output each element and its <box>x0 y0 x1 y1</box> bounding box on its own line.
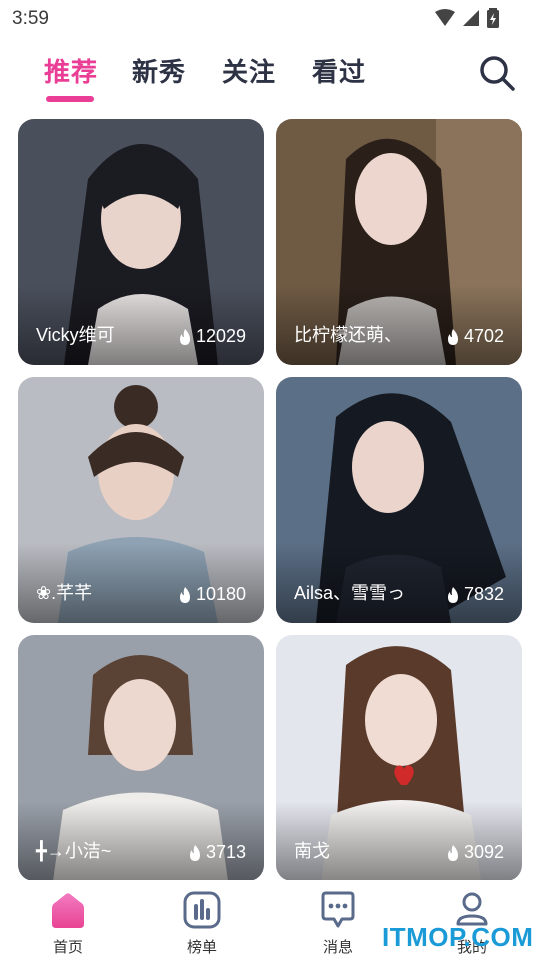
flame-icon <box>447 328 458 345</box>
streamer-name: Vicky维可 <box>36 325 115 345</box>
heat-value: 10180 <box>195 584 246 604</box>
home-icon <box>52 893 84 928</box>
tab-history[interactable]: 看过 <box>312 52 366 89</box>
heat-value: 4702 <box>463 326 504 346</box>
streamer-card[interactable]: ╋→小洁~ 3713 <box>18 635 264 881</box>
wifi-icon <box>435 9 455 26</box>
tab-recommend[interactable]: 推荐 <box>44 52 98 89</box>
heat-value: 3713 <box>205 842 246 862</box>
search-icon <box>480 56 515 91</box>
streamer-name: 比柠檬还萌、 <box>294 325 402 345</box>
streamer-card[interactable]: Vicky维可 12029 <box>18 119 264 365</box>
status-time: 3:59 <box>12 8 49 29</box>
flame-icon <box>179 328 190 345</box>
heat-value: 7832 <box>463 584 504 604</box>
streamer-card[interactable]: 比柠檬还萌、 4702 <box>276 119 522 365</box>
active-tab-indicator <box>46 96 94 102</box>
streamer-name: Ailsa、雪雪っ <box>294 583 406 603</box>
nav-messages[interactable]: 消息 <box>298 890 378 957</box>
flame-icon <box>189 844 200 861</box>
nav-home[interactable]: 首页 <box>28 890 108 957</box>
tab-new-stars[interactable]: 新秀 <box>132 52 186 89</box>
nav-label: 首页 <box>52 939 83 956</box>
streamer-card[interactable]: ❀.芊芊 10180 <box>18 377 264 623</box>
heat-value: 3092 <box>463 842 504 862</box>
heat-count: 7832 <box>446 584 504 605</box>
heat-count: 4702 <box>446 326 504 347</box>
search-button[interactable] <box>478 54 516 92</box>
message-icon <box>321 891 355 928</box>
streamer-card[interactable]: 南戈 3092 <box>276 635 522 881</box>
streamer-card[interactable]: Ailsa、雪雪っ 7832 <box>276 377 522 623</box>
flame-icon <box>447 586 458 603</box>
top-tabs: 推荐 新秀 关注 看过 <box>0 44 540 104</box>
flame-icon <box>447 844 458 861</box>
status-bar: 3:59 <box>0 0 540 36</box>
tab-following[interactable]: 关注 <box>222 52 276 89</box>
signal-icon <box>463 10 479 26</box>
heat-count: 12029 <box>178 326 246 347</box>
heat-count: 3713 <box>188 842 246 863</box>
streamer-name: 南戈 <box>294 841 330 861</box>
ranking-icon <box>183 891 221 929</box>
heat-count: 3092 <box>446 842 504 863</box>
streamer-name: ╋→小洁~ <box>36 841 112 861</box>
nav-ranking[interactable]: 榜单 <box>162 890 242 957</box>
heat-count: 10180 <box>178 584 246 605</box>
watermark: ITMOP.COM <box>382 922 534 952</box>
nav-label: 榜单 <box>186 939 217 956</box>
nav-label: 消息 <box>322 939 353 956</box>
battery-icon <box>487 8 499 28</box>
heat-value: 12029 <box>195 326 246 346</box>
flame-icon <box>179 586 190 603</box>
status-icons <box>434 8 500 28</box>
streamer-name: ❀.芊芊 <box>36 583 93 603</box>
